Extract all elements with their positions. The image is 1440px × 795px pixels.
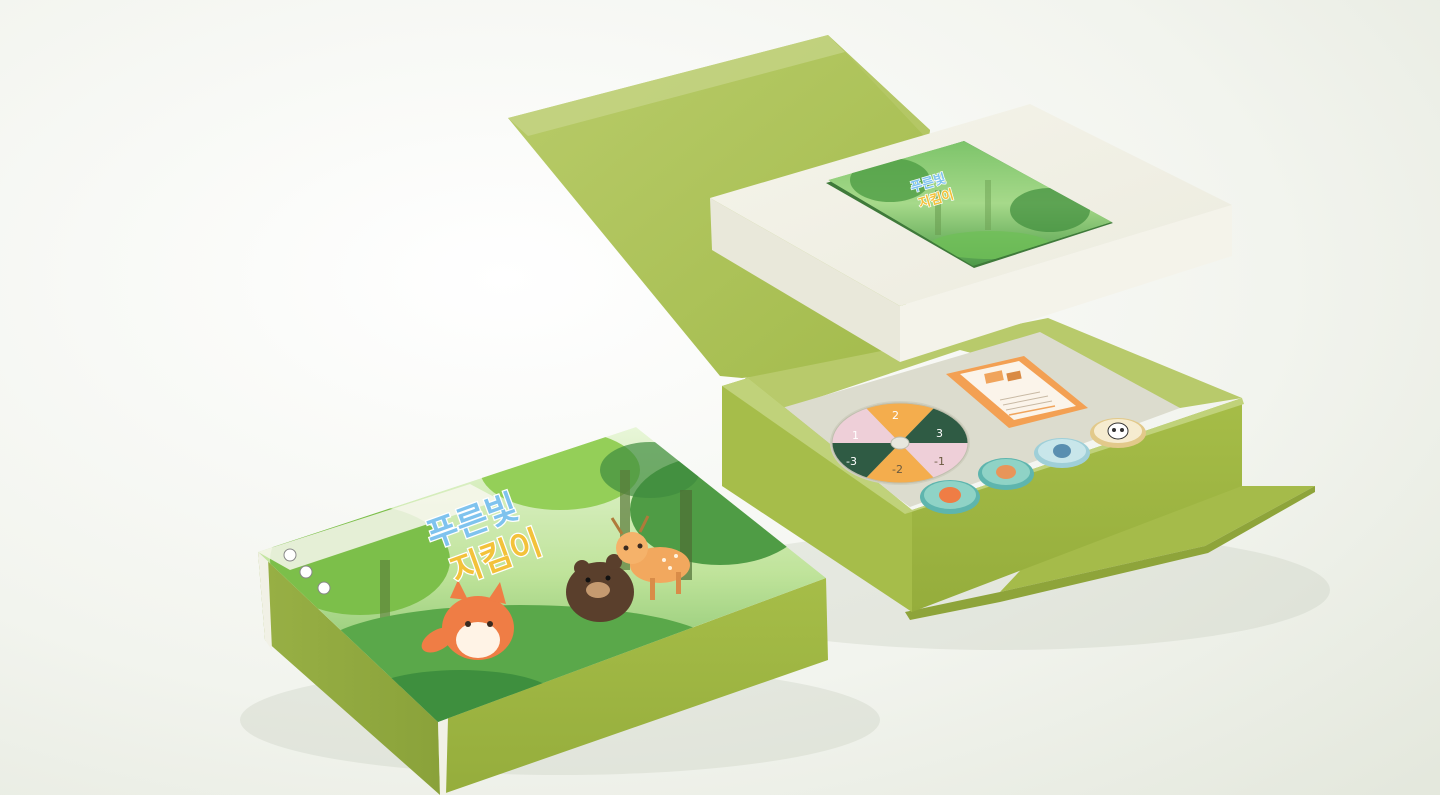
owl-icon <box>1053 444 1071 458</box>
token-fox[interactable] <box>920 480 980 514</box>
token-owl[interactable] <box>1034 438 1090 468</box>
spinner-label-6: -3 <box>846 455 857 468</box>
spinner-label-2: 2 <box>892 409 899 422</box>
spinner-wheel[interactable]: 1 2 3 -1 -2 -3 <box>830 401 970 485</box>
scene-svg: 1 2 3 -1 -2 -3 푸른빛 지킴이 푸른빛 지킴이 <box>0 0 1440 795</box>
time-icon <box>317 581 331 595</box>
deer-icon <box>996 465 1016 479</box>
product-scene: 1 2 3 -1 -2 -3 푸른빛 지킴이 푸른빛 지킴이 <box>0 0 1440 795</box>
spinner-label-4: -1 <box>934 455 945 468</box>
age-icon <box>283 548 297 562</box>
spinner-label-1: 1 <box>852 429 859 442</box>
panda-icon <box>1107 422 1129 440</box>
token-deer[interactable] <box>978 458 1034 490</box>
spinner-label-5: -2 <box>892 463 903 476</box>
token-panda[interactable] <box>1090 418 1146 448</box>
players-icon <box>299 565 313 579</box>
fox-icon <box>939 487 961 503</box>
spinner-label-3: 3 <box>936 427 943 440</box>
